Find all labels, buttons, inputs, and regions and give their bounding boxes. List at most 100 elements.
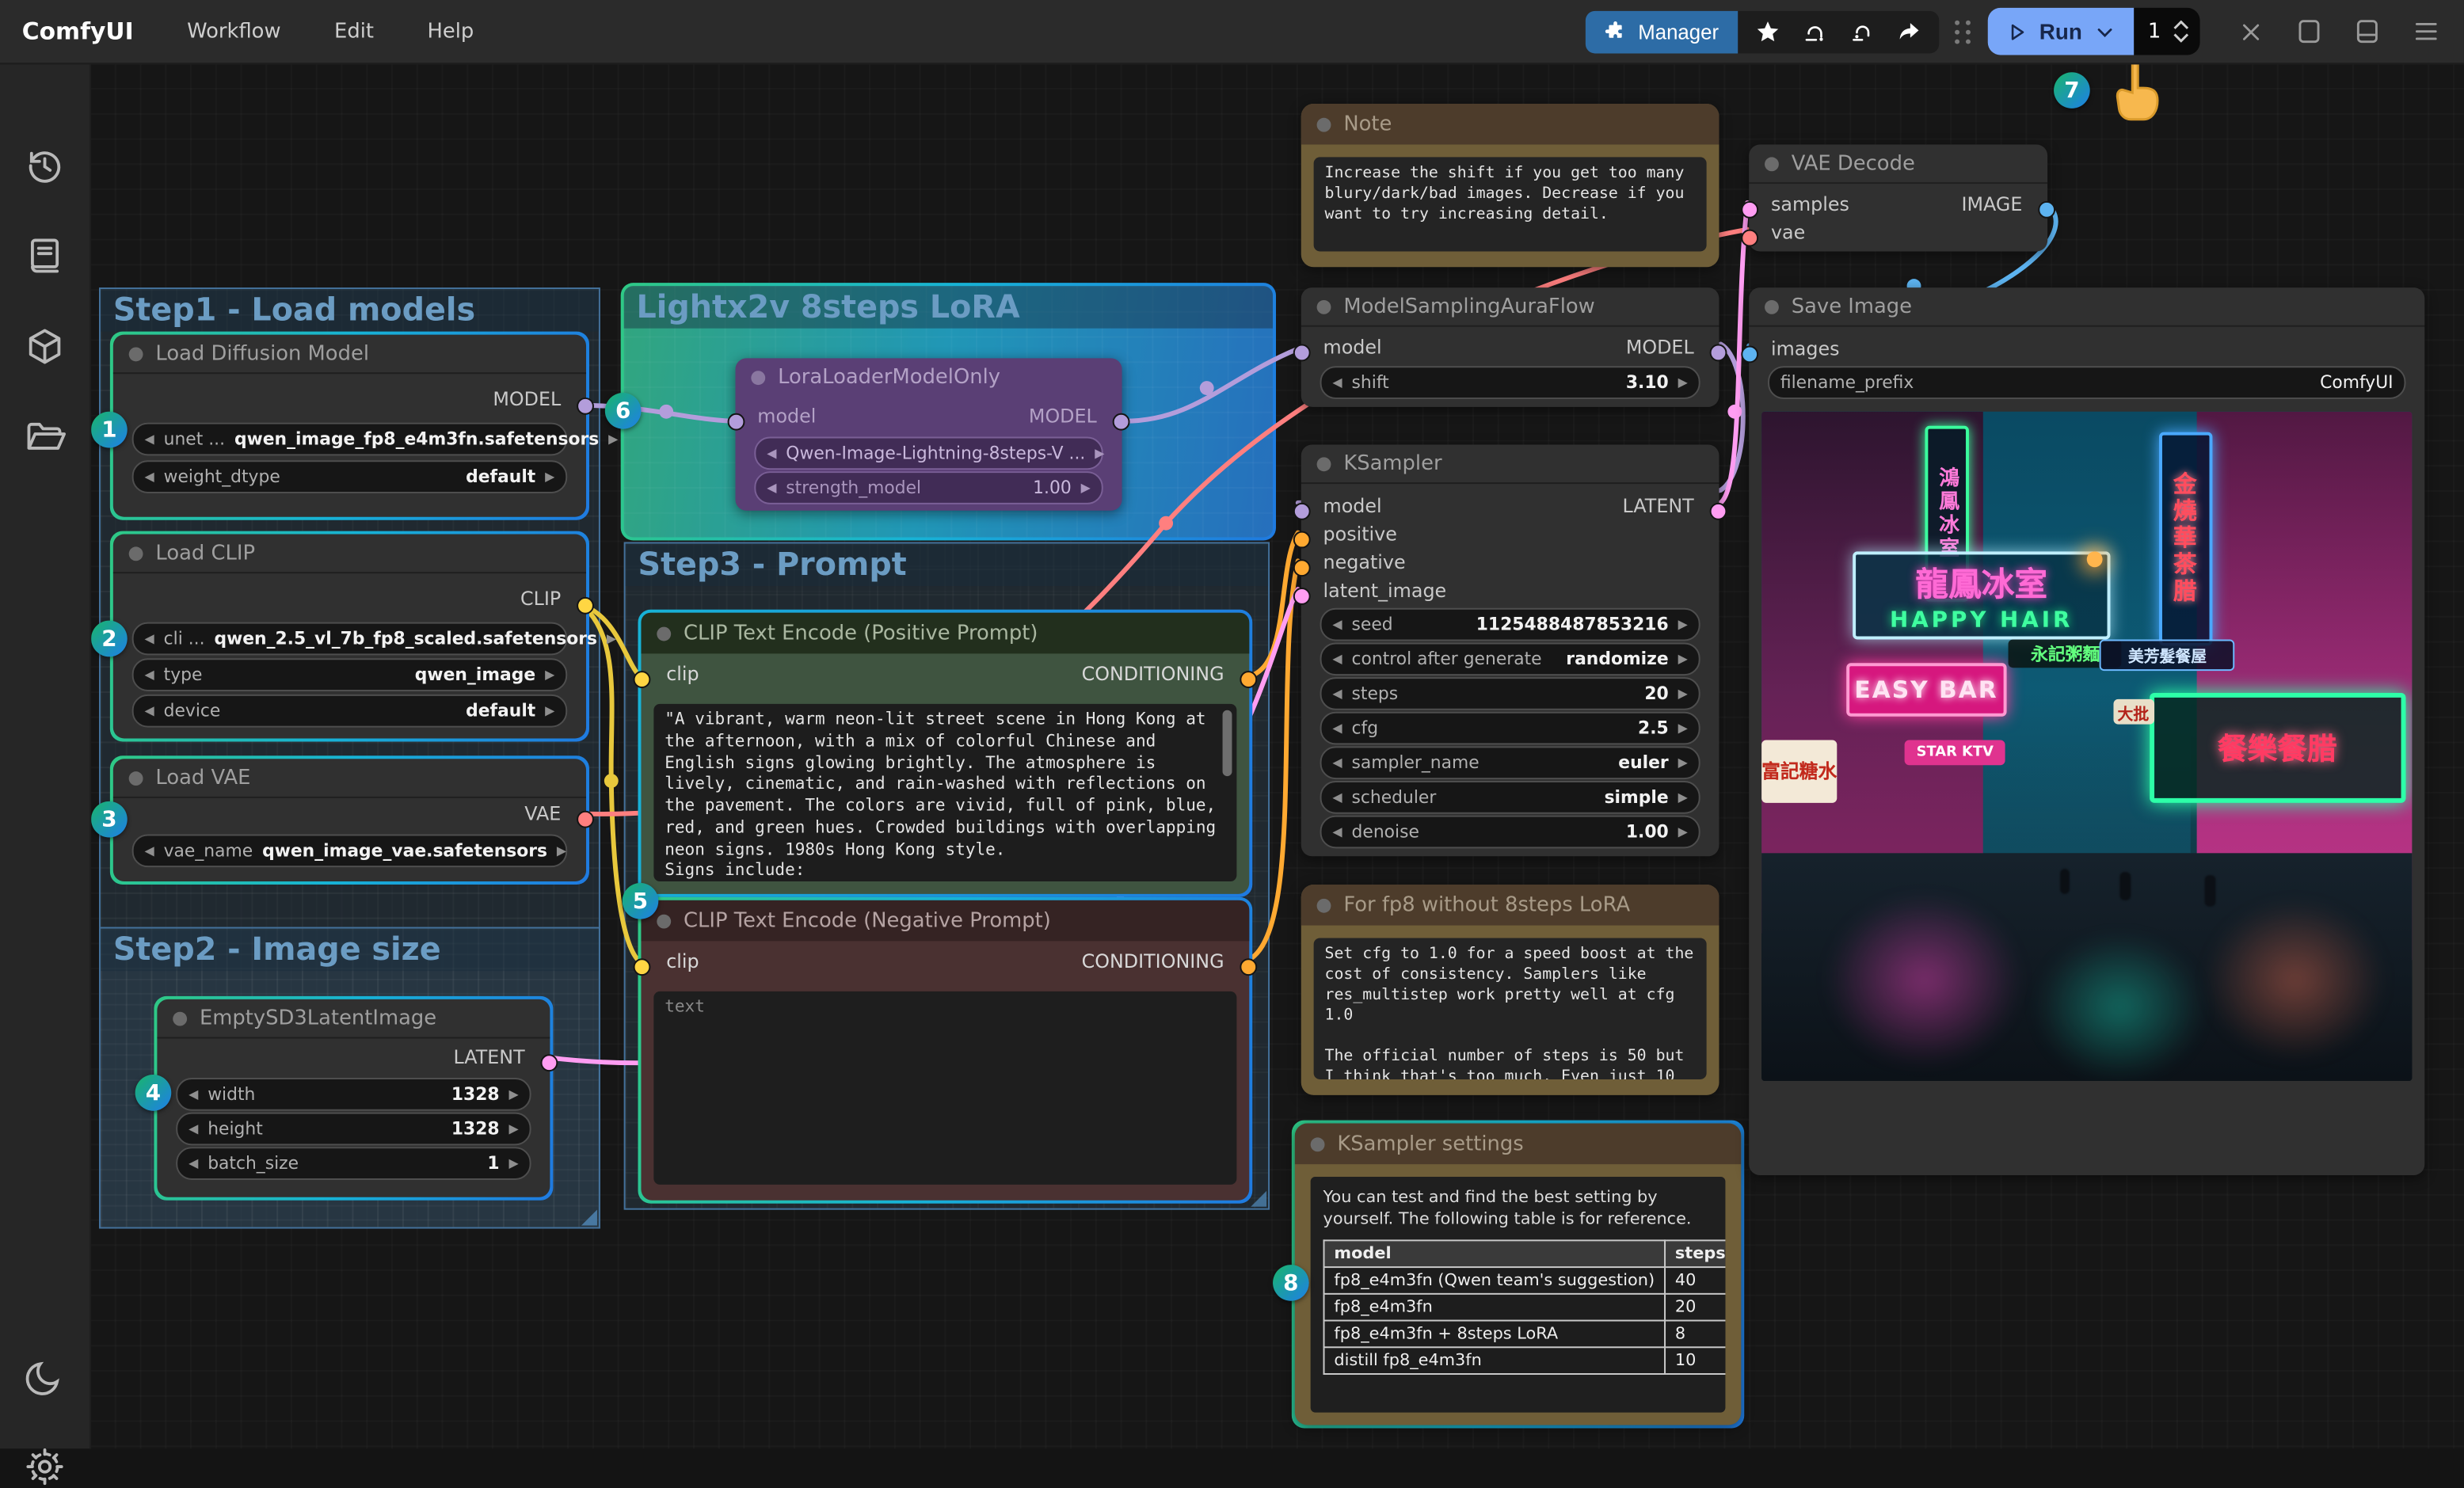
widget-cfg[interactable]: ◀ cfg 2.5 ▶ — [1320, 712, 1700, 745]
node-note-ksampler-settings[interactable]: KSampler settings You can test and find … — [1295, 1124, 1741, 1425]
arrow-left-icon[interactable]: ◀ — [145, 844, 154, 857]
arrow-right-icon[interactable]: ▶ — [1678, 756, 1688, 769]
group-title[interactable]: Lightx2v 8steps LoRA — [624, 286, 1273, 329]
node-note[interactable]: Note Increase the shift if you get too m… — [1301, 104, 1719, 267]
collapse-dot[interactable] — [1765, 156, 1779, 170]
collapse-dot[interactable] — [173, 1011, 187, 1026]
share-icon[interactable] — [1888, 13, 1929, 51]
widget-steps[interactable]: ◀ steps 20 ▶ — [1320, 677, 1700, 710]
group-resize-handle[interactable] — [1251, 1191, 1266, 1207]
group-resize-handle[interactable] — [581, 1210, 597, 1226]
library-icon[interactable] — [24, 234, 67, 277]
collapse-dot[interactable] — [129, 771, 143, 785]
node-clip-text-encode-negative[interactable]: CLIP Text Encode (Negative Prompt) clip … — [641, 900, 1249, 1201]
arrow-left-icon[interactable]: ◀ — [189, 1088, 198, 1101]
arrow-right-icon[interactable]: ▶ — [1678, 722, 1688, 735]
collapse-dot[interactable] — [657, 914, 671, 928]
arrow-right-icon[interactable]: ▶ — [1678, 653, 1688, 665]
menu-help[interactable]: Help — [427, 20, 474, 44]
arrow-right-icon[interactable]: ▶ — [608, 433, 618, 446]
widget-sampler-name[interactable]: ◀ sampler_name euler ▶ — [1320, 746, 1700, 779]
widget-filename-prefix[interactable]: filename_prefix ComfyUI — [1768, 366, 2406, 399]
group-title[interactable]: Step1 - Load models — [101, 289, 599, 332]
group-title[interactable]: Step3 - Prompt — [626, 543, 1268, 586]
node-lora-loader-bypassed[interactable]: LoraLoaderModelOnly model MODEL ◀ Qwen-I… — [736, 358, 1122, 510]
arrow-right-icon[interactable]: ▶ — [607, 633, 616, 645]
widget-width[interactable]: ◀ width 1328 ▶ — [176, 1078, 531, 1111]
manager-button[interactable]: Manager — [1586, 10, 1738, 53]
output-port-conditioning[interactable] — [1240, 958, 1257, 976]
input-port-vae[interactable] — [1741, 230, 1758, 247]
widget-device[interactable]: ◀ device default ▶ — [132, 695, 568, 728]
arrow-right-icon[interactable]: ▶ — [545, 668, 554, 681]
star-icon[interactable] — [1747, 13, 1788, 51]
widget-vae-name[interactable]: ◀ vae_name qwen_image_vae.safetensors ▶ — [132, 835, 568, 868]
arrow-left-icon[interactable]: ◀ — [1332, 791, 1342, 804]
drag-grip[interactable] — [1955, 20, 1972, 44]
arrow-left-icon[interactable]: ◀ — [1332, 618, 1342, 631]
output-port-latent[interactable] — [540, 1054, 558, 1071]
arrow-right-icon[interactable]: ▶ — [1678, 826, 1688, 839]
arrow-left-icon[interactable]: ◀ — [145, 470, 154, 483]
input-port-negative[interactable] — [1293, 559, 1311, 577]
node-ksampler[interactable]: KSampler model positive negative latent_… — [1301, 444, 1719, 856]
node-note-fp8[interactable]: For fp8 without 8steps LoRA Set cfg to 1… — [1301, 885, 1719, 1095]
arrow-left-icon[interactable]: ◀ — [145, 433, 154, 446]
arrow-left-icon[interactable]: ◀ — [189, 1123, 198, 1136]
menu-edit[interactable]: Edit — [334, 20, 374, 44]
arrow-right-icon[interactable]: ▶ — [1081, 481, 1091, 494]
collapse-dot[interactable] — [657, 626, 671, 641]
collapse-dot[interactable] — [1317, 456, 1331, 470]
widget-unet-name[interactable]: ◀ unet ... qwen_image_fp8_e4m3fn.safeten… — [132, 423, 568, 456]
arrow-left-icon[interactable]: ◀ — [145, 668, 154, 681]
widget-height[interactable]: ◀ height 1328 ▶ — [176, 1113, 531, 1146]
widget-control-after-generate[interactable]: ◀ control after generate randomize ▶ — [1320, 642, 1700, 675]
output-port-vae[interactable] — [577, 811, 594, 828]
widget-clip-name[interactable]: ◀ cli ... qwen_2.5_vl_7b_fp8_scaled.safe… — [132, 622, 568, 656]
input-port-latent-image[interactable] — [1293, 588, 1311, 605]
output-port-image[interactable] — [2038, 201, 2055, 219]
arrow-right-icon[interactable]: ▶ — [545, 705, 554, 717]
arrow-right-icon[interactable]: ▶ — [509, 1088, 519, 1101]
node-load-vae[interactable]: Load VAE VAE ◀ vae_name qwen_image_vae.s… — [113, 759, 586, 881]
arrow-right-icon[interactable]: ▶ — [545, 470, 554, 483]
widget-shift[interactable]: ◀ shift 3.10 ▶ — [1320, 366, 1700, 399]
arrow-right-icon[interactable]: ▶ — [1678, 376, 1688, 389]
workflows-folder-icon[interactable] — [24, 417, 67, 459]
output-port-latent[interactable] — [1710, 503, 1727, 520]
output-port-conditioning[interactable] — [1240, 671, 1257, 688]
arrow-left-icon[interactable]: ◀ — [145, 705, 154, 717]
panel-icon[interactable] — [2298, 19, 2321, 44]
output-port-clip[interactable] — [577, 597, 594, 615]
input-port-images[interactable] — [1741, 345, 1758, 363]
collapse-dot[interactable] — [129, 346, 143, 360]
scrollbar-thumb[interactable] — [1223, 710, 1232, 776]
input-port-model[interactable] — [1293, 503, 1311, 520]
collapse-dot[interactable] — [129, 546, 143, 560]
prompt-textarea[interactable]: "A vibrant, warm neon-lit street scene i… — [653, 704, 1236, 881]
arrow-left-icon[interactable]: ◀ — [1332, 376, 1342, 389]
arrow-left-icon[interactable]: ◀ — [1332, 756, 1342, 769]
arrow-right-icon[interactable]: ▶ — [1678, 687, 1688, 700]
app-logo[interactable]: ComfyUI — [22, 17, 134, 46]
stepper-down-icon[interactable] — [2173, 33, 2189, 43]
prompt-textarea-empty[interactable]: text — [653, 991, 1236, 1185]
vacuum-dot-icon[interactable] — [1841, 13, 1883, 51]
history-icon[interactable] — [24, 145, 67, 188]
widget-type[interactable]: ◀ type qwen_image ▶ — [132, 658, 568, 691]
group-title[interactable]: Step2 - Image size — [101, 929, 599, 972]
arrow-left-icon[interactable]: ◀ — [767, 481, 776, 494]
collapse-dot[interactable] — [1317, 117, 1331, 131]
arrow-left-icon[interactable]: ◀ — [1332, 687, 1342, 700]
theme-moon-icon[interactable] — [24, 1356, 67, 1399]
run-button[interactable]: Run — [1987, 8, 2134, 55]
menu-workflow[interactable]: Workflow — [187, 20, 280, 44]
node-vae-decode[interactable]: VAE Decode samples vae IMAGE — [1749, 145, 2047, 252]
preview-image[interactable]: 鴻鳳冰室 龍鳳冰室 HAPPY HAIR EASY BAR STAR KTV 富… — [1761, 412, 2412, 1081]
collapse-dot[interactable] — [1317, 299, 1331, 314]
node-cube-icon[interactable] — [24, 325, 67, 368]
widget-weight-dtype[interactable]: ◀ weight_dtype default ▶ — [132, 460, 568, 493]
input-port-model[interactable] — [1293, 344, 1311, 361]
arrow-left-icon[interactable]: ◀ — [145, 633, 154, 645]
input-port-clip[interactable] — [634, 958, 651, 976]
